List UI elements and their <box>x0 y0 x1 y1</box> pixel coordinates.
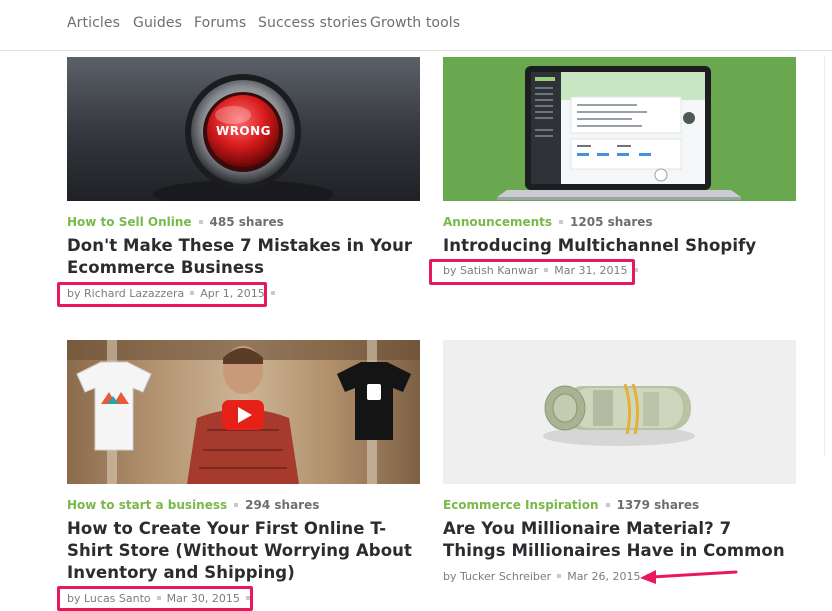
category-link[interactable]: How to start a business <box>67 498 227 512</box>
right-divider <box>824 56 825 456</box>
article-card: How to start a business 294 shares How to… <box>67 340 420 610</box>
highlight-box <box>57 586 253 611</box>
article-title[interactable]: Are You Millionaire Material? 7 Things M… <box>443 518 796 562</box>
laptop-dashboard-image <box>497 66 741 200</box>
button-label: WRONG <box>215 124 272 138</box>
article-title[interactable]: Don't Make These 7 Mistakes in Your Ecom… <box>67 235 420 279</box>
separator-dot <box>198 219 203 224</box>
article-meta: How to start a business 294 shares <box>67 498 319 512</box>
author-name[interactable]: by Tucker Schreiber <box>443 570 551 583</box>
article-card: Ecommerce Inspiration 1379 shares Are You… <box>443 340 796 590</box>
article-meta: How to Sell Online 485 shares <box>67 215 284 229</box>
pointer-arrow-icon <box>640 570 738 584</box>
nav-growth-tools[interactable]: Growth tools <box>370 15 460 31</box>
highlight-box <box>57 282 267 307</box>
article-thumbnail[interactable] <box>443 340 796 484</box>
share-count: 485 shares <box>209 215 284 229</box>
highlight-box <box>429 259 635 285</box>
article-title[interactable]: How to Create Your First Online T-Shirt … <box>67 518 420 584</box>
share-count: 1379 shares <box>616 498 700 512</box>
article-thumbnail[interactable] <box>67 340 420 484</box>
article-byline: by Tucker Schreiber Mar 26, 2015 <box>443 570 656 583</box>
nav-success-stories[interactable]: Success stories <box>258 15 367 31</box>
share-count: 1205 shares <box>570 215 653 229</box>
money-roll-image <box>543 383 695 446</box>
article-thumbnail[interactable] <box>443 57 796 201</box>
share-count: 294 shares <box>245 498 320 512</box>
article-card: Announcements 1205 shares Introducing Mul… <box>443 57 796 287</box>
article-meta: Announcements 1205 shares <box>443 215 653 229</box>
separator-dot <box>559 219 564 224</box>
separator-dot <box>270 291 275 295</box>
publish-date: Mar 26, 2015 <box>567 570 641 583</box>
nav-articles[interactable]: Articles <box>67 15 120 31</box>
article-title[interactable]: Introducing Multichannel Shopify <box>443 235 796 257</box>
article-meta: Ecommerce Inspiration 1379 shares <box>443 498 699 512</box>
category-link[interactable]: Announcements <box>443 215 552 229</box>
separator-dot <box>605 502 610 507</box>
video-thumbnail-image <box>67 340 420 484</box>
top-navigation: Articles Guides Forums Success stories G… <box>0 0 832 51</box>
article-thumbnail[interactable]: WRONG <box>67 57 420 201</box>
category-link[interactable]: How to Sell Online <box>67 215 192 229</box>
separator-dot <box>557 574 562 578</box>
nav-forums[interactable]: Forums <box>194 15 246 31</box>
category-link[interactable]: Ecommerce Inspiration <box>443 498 599 512</box>
article-card: WRONG How to Sell Online 485 shares Don't… <box>67 57 420 307</box>
nav-guides[interactable]: Guides <box>133 15 182 31</box>
separator-dot <box>234 502 239 507</box>
